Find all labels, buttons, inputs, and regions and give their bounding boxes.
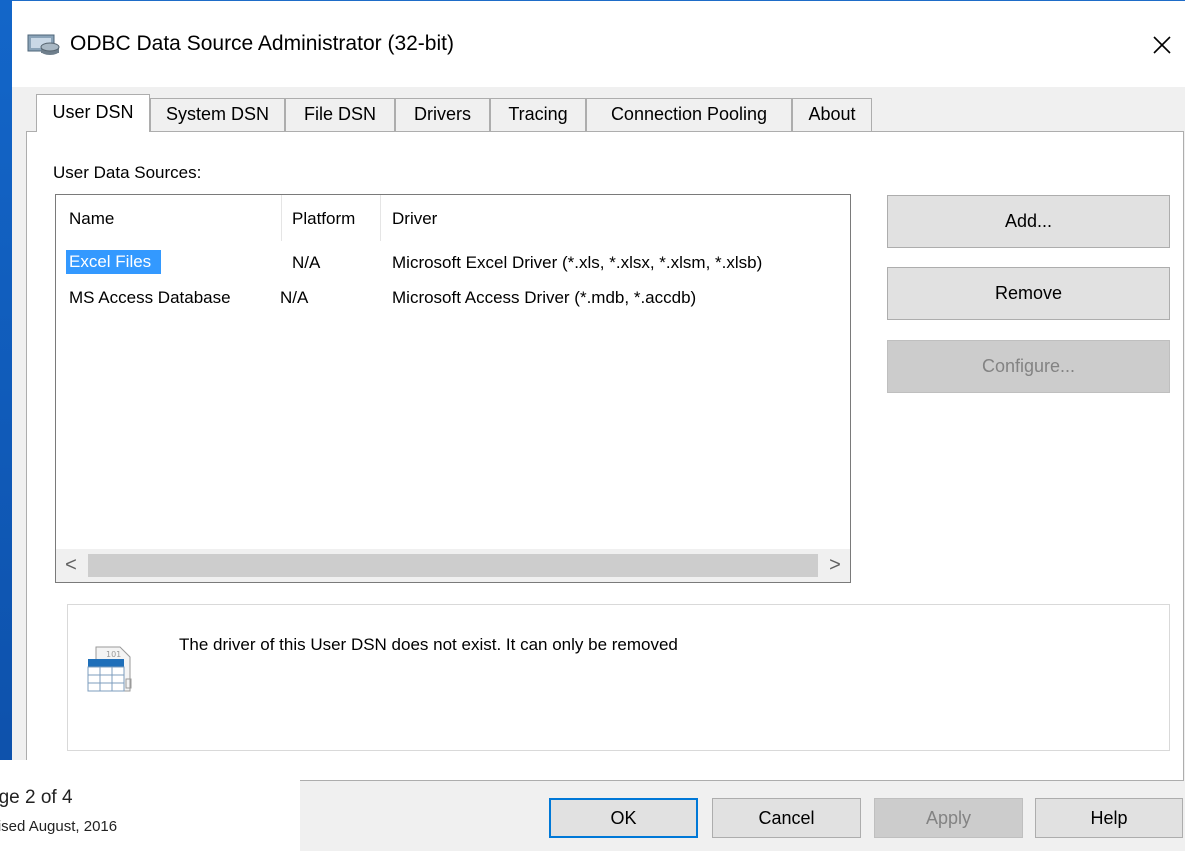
tab-connection-pooling[interactable]: Connection Pooling	[586, 98, 792, 131]
document-page-number: age 2 of 4	[0, 787, 73, 808]
user-dsn-panel: User Data Sources: Name Platform Driver …	[26, 131, 1184, 781]
column-divider[interactable]	[380, 195, 381, 241]
odbc-admin-icon	[27, 34, 60, 55]
row-platform: N/A	[292, 253, 321, 272]
tab-file-dsn[interactable]: File DSN	[285, 98, 395, 131]
cancel-button[interactable]: Cancel	[712, 798, 861, 838]
horizontal-scrollbar[interactable]: < >	[56, 549, 850, 582]
column-divider[interactable]	[281, 195, 282, 241]
row-platform: N/A	[280, 288, 309, 307]
row-name: MS Access Database	[69, 288, 231, 307]
scroll-left-button[interactable]: <	[56, 549, 86, 582]
list-header: Name Platform Driver	[56, 195, 850, 241]
close-button[interactable]	[1139, 21, 1185, 69]
row-name: Excel Files	[66, 250, 162, 274]
odbc-admin-window: ODBC Data Source Administrator (32-bit) …	[12, 0, 1185, 851]
chevron-left-icon: <	[65, 554, 77, 576]
data-sources-list[interactable]: Name Platform Driver Excel Files N/A Mic…	[55, 194, 851, 583]
close-icon	[1153, 36, 1171, 54]
column-header-driver[interactable]: Driver	[392, 209, 437, 229]
window-title: ODBC Data Source Administrator (32-bit)	[70, 32, 454, 55]
chevron-right-icon: >	[829, 554, 841, 576]
help-button[interactable]: Help	[1035, 798, 1183, 838]
apply-button[interactable]: Apply	[874, 798, 1023, 838]
user-data-sources-label: User Data Sources:	[53, 163, 202, 182]
svg-text:101: 101	[106, 650, 121, 659]
remove-button[interactable]: Remove	[887, 267, 1170, 320]
configure-button[interactable]: Configure...	[887, 340, 1170, 393]
scrollbar-thumb[interactable]	[88, 554, 818, 577]
list-item[interactable]: MS Access Database N/A Microsoft Access …	[56, 285, 850, 309]
info-message: The driver of this User DSN does not exi…	[179, 635, 678, 654]
desktop-background	[0, 0, 12, 851]
ok-button[interactable]: OK	[549, 798, 698, 838]
row-driver: Microsoft Excel Driver (*.xls, *.xlsx, *…	[392, 253, 763, 272]
tab-user-dsn[interactable]: User DSN	[36, 94, 150, 132]
tab-tracing[interactable]: Tracing	[490, 98, 586, 131]
add-button[interactable]: Add...	[887, 195, 1170, 248]
tab-about[interactable]: About	[792, 98, 872, 131]
data-source-icon: 101	[87, 646, 132, 692]
info-box: 101 The driver of this User DSN does not…	[67, 604, 1170, 751]
scroll-right-button[interactable]: >	[820, 549, 850, 582]
column-header-platform[interactable]: Platform	[292, 209, 355, 229]
column-header-name[interactable]: Name	[69, 209, 114, 229]
title-bar: ODBC Data Source Administrator (32-bit)	[12, 1, 1185, 87]
document-revised-date: evised August, 2016	[0, 818, 118, 835]
row-driver: Microsoft Access Driver (*.mdb, *.accdb)	[392, 288, 697, 307]
list-item[interactable]: Excel Files N/A Microsoft Excel Driver (…	[56, 250, 850, 274]
tab-system-dsn[interactable]: System DSN	[150, 98, 285, 131]
tab-drivers[interactable]: Drivers	[395, 98, 490, 131]
